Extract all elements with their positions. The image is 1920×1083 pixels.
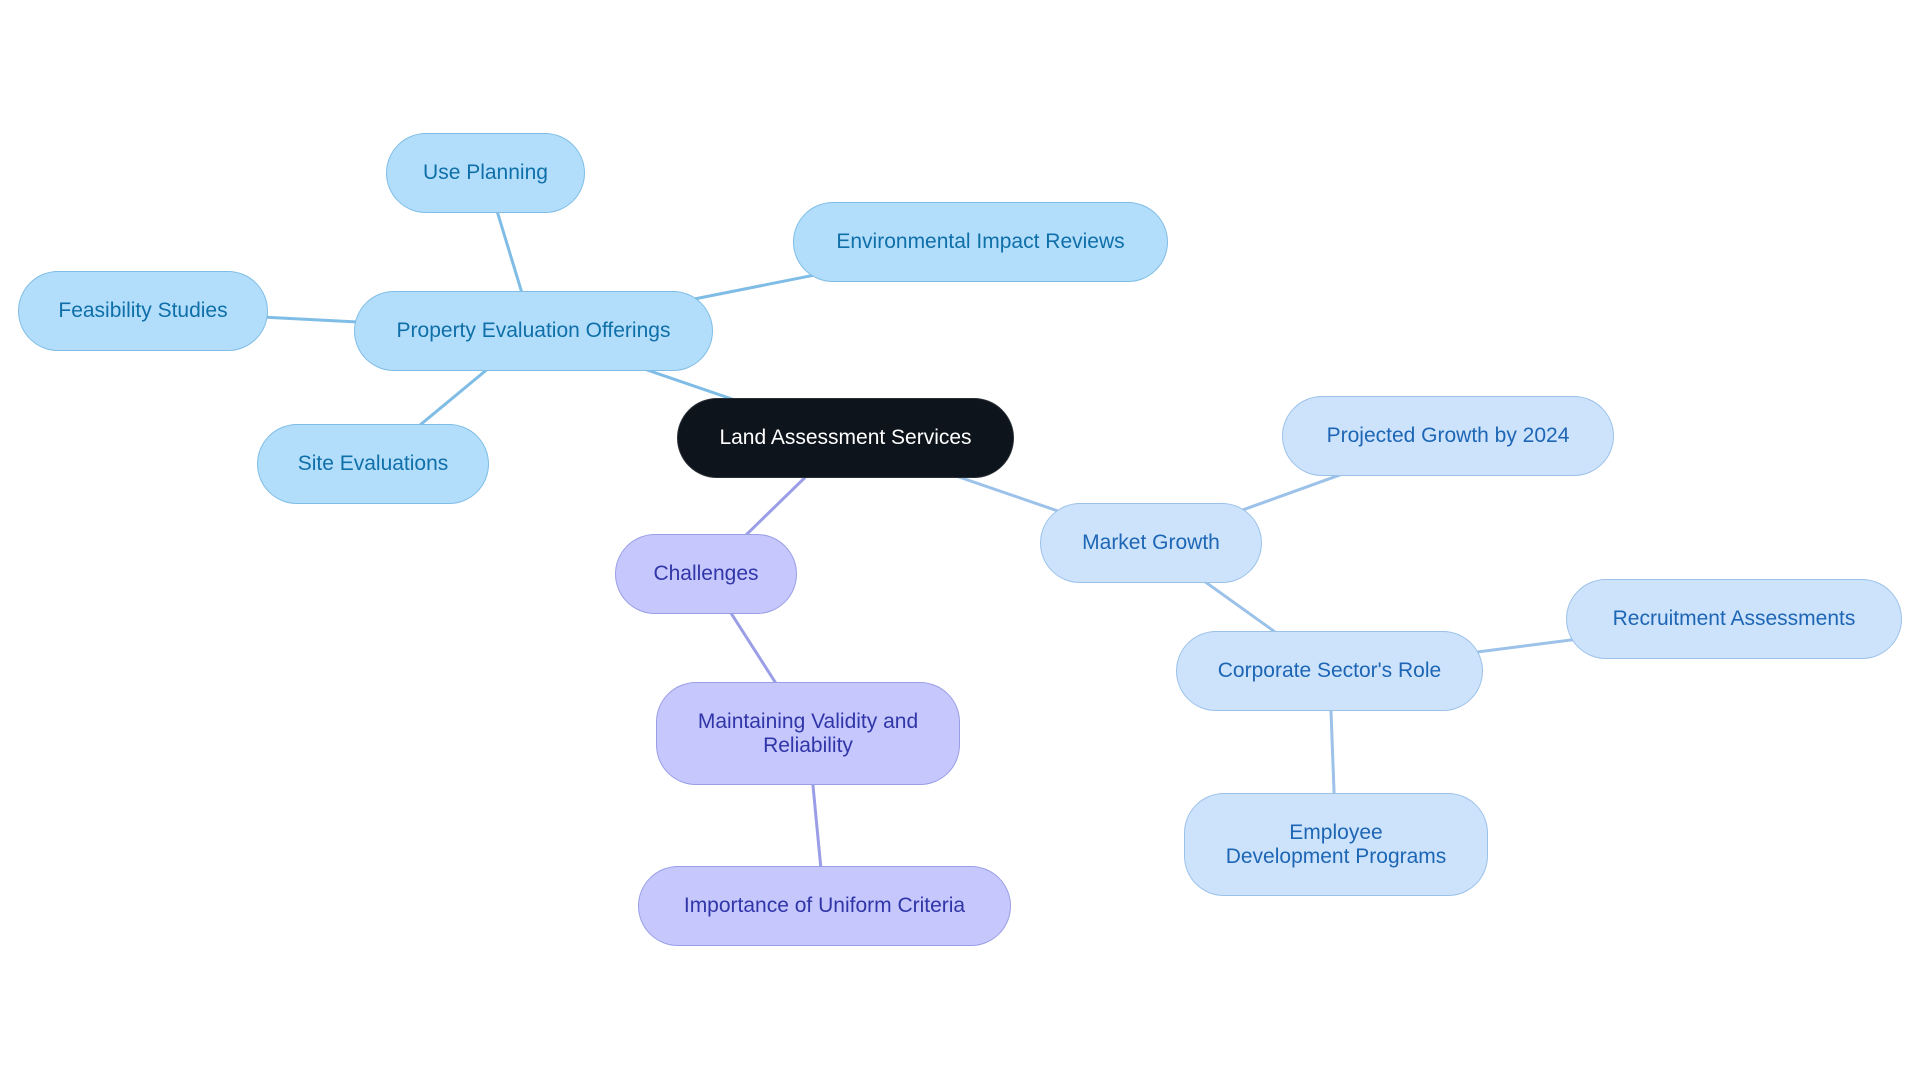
node-environmental-impact-reviews[interactable]: Environmental Impact Reviews [793,202,1168,282]
node-use-planning[interactable]: Use Planning [386,133,585,213]
node-root[interactable]: Land Assessment Services [677,398,1014,478]
node-corporate-sectors-role[interactable]: Corporate Sector's Role [1176,631,1483,711]
node-feasibility-studies[interactable]: Feasibility Studies [18,271,268,351]
node-maintaining-validity-and-reliability[interactable]: Maintaining Validity and Reliability [656,682,960,785]
node-recruitment-assessments[interactable]: Recruitment Assessments [1566,579,1902,659]
node-market-growth[interactable]: Market Growth [1040,503,1262,583]
node-challenges[interactable]: Challenges [615,534,797,614]
node-projected-growth-by-2024[interactable]: Projected Growth by 2024 [1282,396,1614,476]
node-site-evaluations[interactable]: Site Evaluations [257,424,489,504]
node-employee-development-programs[interactable]: Employee Development Programs [1184,793,1488,896]
node-importance-of-uniform-criteria[interactable]: Importance of Uniform Criteria [638,866,1011,946]
node-property-evaluation-offerings[interactable]: Property Evaluation Offerings [354,291,713,371]
